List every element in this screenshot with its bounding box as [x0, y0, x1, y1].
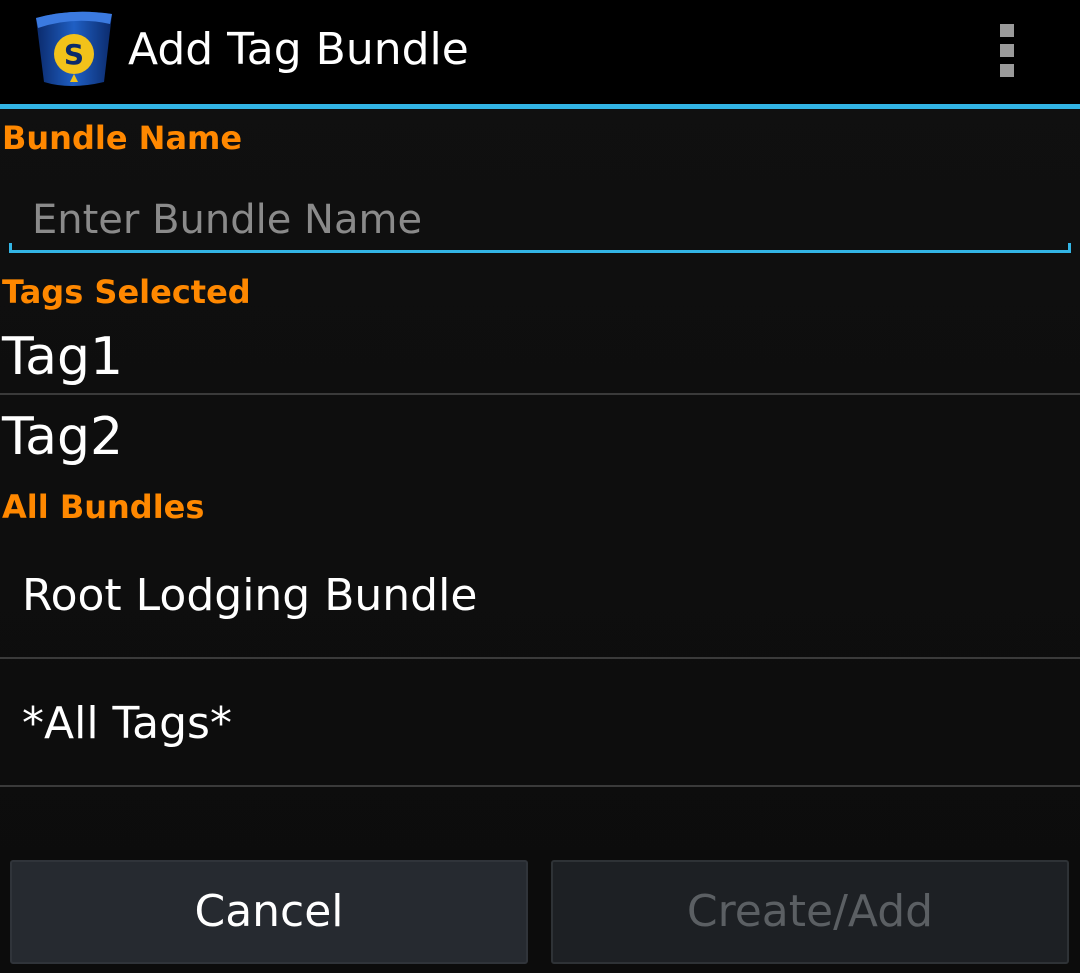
- bundle-label: Root Lodging Bundle: [22, 570, 478, 621]
- bundle-list-item[interactable]: Root Lodging Bundle: [0, 532, 1080, 658]
- all-bundles-header: All Bundles: [2, 488, 205, 526]
- tag-list-item[interactable]: Tag2: [0, 396, 1080, 476]
- action-bar-divider: [0, 104, 1080, 109]
- bundle-label: *All Tags*: [22, 698, 232, 749]
- tag-label: Tag1: [2, 327, 124, 387]
- tag-list-item[interactable]: Tag1: [0, 316, 1080, 396]
- bundle-name-header: Bundle Name: [2, 119, 243, 157]
- svg-text:S: S: [64, 38, 84, 71]
- bundle-name-input-underline: [9, 243, 1071, 253]
- list-divider: [0, 393, 1080, 395]
- sanction-logo-icon: S: [36, 11, 112, 86]
- list-divider: [0, 785, 1080, 787]
- action-bar: S Add Tag Bundle: [0, 0, 1080, 109]
- tags-selected-header: Tags Selected: [2, 273, 251, 311]
- bundle-name-input[interactable]: [8, 186, 1070, 254]
- overflow-menu-button[interactable]: [978, 16, 1034, 80]
- bundle-list-item[interactable]: *All Tags*: [0, 660, 1080, 786]
- add-tag-bundle-screen: S Add Tag Bundle Bundle Name Tags Select…: [0, 0, 1080, 973]
- list-divider: [0, 657, 1080, 659]
- cancel-button[interactable]: Cancel: [10, 860, 528, 964]
- create-add-button[interactable]: Create/Add: [551, 860, 1069, 964]
- tag-label: Tag2: [2, 407, 124, 467]
- screen-title: Add Tag Bundle: [128, 24, 469, 75]
